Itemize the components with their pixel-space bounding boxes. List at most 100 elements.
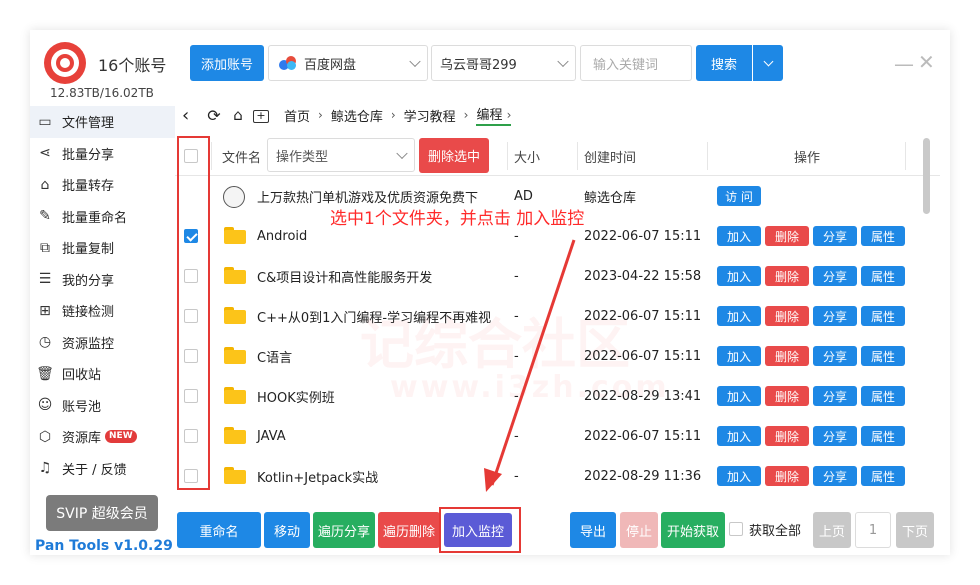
row-delete-button[interactable]: 删除: [765, 426, 809, 446]
column-actions: 操作: [794, 150, 821, 166]
chevron-down-icon: [557, 55, 569, 68]
close-icon[interactable]: ✕: [918, 50, 935, 74]
back-arrow-icon[interactable]: ‹: [182, 105, 202, 126]
sidebar-item[interactable]: ✎ 批量重命名: [30, 201, 175, 233]
sidebar-item[interactable]: ⋖ 批量分享: [30, 138, 175, 170]
folder-icon: [224, 267, 246, 284]
file-name[interactable]: Android: [257, 216, 307, 256]
file-name[interactable]: C&项目设计和高性能服务开发: [257, 256, 432, 296]
start-fetch-button[interactable]: 开始获取: [661, 512, 725, 548]
sidebar-item[interactable]: ⊞ 链接检测: [30, 295, 175, 327]
row-props-button[interactable]: 属性: [861, 226, 905, 246]
file-name[interactable]: Kotlin+Jetpack实战: [257, 456, 378, 496]
row-props-button[interactable]: 属性: [861, 386, 905, 406]
traverse-delete-button[interactable]: 遍历删除: [378, 512, 440, 548]
home-icon[interactable]: ⌂: [226, 106, 250, 124]
account-select-value: 乌云哥哥299: [440, 57, 517, 73]
row-add-button[interactable]: 加入: [717, 346, 761, 366]
row-props-button[interactable]: 属性: [861, 426, 905, 446]
breadcrumb-item[interactable]: 鲸选仓库: [331, 106, 383, 125]
row-share-button[interactable]: 分享: [813, 346, 857, 366]
prev-page-button[interactable]: 上页: [813, 512, 851, 548]
row-delete-button[interactable]: 删除: [765, 266, 809, 286]
file-name[interactable]: JAVA: [257, 416, 286, 456]
disk-select[interactable]: 百度网盘: [268, 45, 428, 81]
search-button[interactable]: 搜索: [696, 45, 752, 81]
page-number-input[interactable]: 1: [855, 512, 891, 548]
row-add-button[interactable]: 加入: [717, 426, 761, 446]
account-count: 16个账号: [98, 56, 167, 75]
file-name[interactable]: HOOK实例班: [257, 376, 335, 416]
column-created[interactable]: 创建时间: [584, 136, 636, 176]
sidebar-item[interactable]: 🗑 回收站: [30, 358, 175, 390]
minimize-icon[interactable]: —: [894, 52, 914, 76]
row-props-button[interactable]: 属性: [861, 466, 905, 486]
sidebar-item[interactable]: ⬡ 资源库 NEW: [30, 421, 175, 453]
export-button[interactable]: 导出: [570, 512, 616, 548]
row-add-button[interactable]: 加入: [717, 386, 761, 406]
stop-button[interactable]: 停止: [620, 512, 658, 548]
row-delete-button[interactable]: 删除: [765, 386, 809, 406]
row-delete-button[interactable]: 删除: [765, 226, 809, 246]
keyword-search-input[interactable]: 输入关键词: [580, 45, 692, 81]
row-props-button[interactable]: 属性: [861, 306, 905, 326]
delete-selected-button[interactable]: 删除选中: [419, 138, 489, 173]
sidebar-item[interactable]: ☺ 账号池: [30, 390, 175, 422]
row-share-button[interactable]: 分享: [813, 386, 857, 406]
breadcrumb: ‹ ⟳ ⌂ + 首页 › 鲸选仓库 › 学习教程 › 编程 ›: [182, 102, 512, 128]
row-share-button[interactable]: 分享: [813, 426, 857, 446]
row-share-button[interactable]: 分享: [813, 306, 857, 326]
fetch-all-checkbox[interactable]: [729, 522, 743, 536]
row-add-button[interactable]: 加入: [717, 266, 761, 286]
sidebar: 16个账号 12.83TB/16.02TB ▭ 文件管理 ⋖ 批量分享 ⌂ 批量转存 ✎ 批量…: [30, 30, 175, 555]
file-name[interactable]: C++从0到1入门编程-学习编程不再难视: [257, 296, 491, 336]
trash-icon: 🗑: [36, 365, 54, 382]
row-props-button[interactable]: 属性: [861, 266, 905, 286]
share-icon: ⋖: [39, 145, 51, 162]
sidebar-item[interactable]: ☰ 我的分享: [30, 264, 175, 296]
sidebar-item-label: 批量分享: [62, 147, 115, 163]
sidebar-item-label: 批量重命名: [62, 210, 128, 226]
sidebar-item-label: 资源监控: [62, 336, 115, 352]
row-share-button[interactable]: 分享: [813, 466, 857, 486]
row-delete-button[interactable]: 删除: [765, 306, 809, 326]
sidebar-item[interactable]: ⧉ 批量复制: [30, 232, 175, 264]
row-add-button[interactable]: 加入: [717, 466, 761, 486]
search-options-dropdown[interactable]: [753, 45, 783, 81]
row-add-button[interactable]: 加入: [717, 226, 761, 246]
svip-button[interactable]: SVIP 超级会员: [46, 495, 158, 531]
refresh-icon[interactable]: ⟳: [202, 106, 226, 125]
row-add-button[interactable]: 加入: [717, 306, 761, 326]
new-folder-icon[interactable]: +: [250, 108, 272, 123]
traverse-share-button[interactable]: 遍历分享: [313, 512, 375, 548]
move-button[interactable]: 移动: [264, 512, 310, 548]
account-select[interactable]: 乌云哥哥299: [431, 45, 576, 81]
sidebar-item-label: 链接检测: [62, 305, 115, 321]
rename-button[interactable]: 重命名: [177, 512, 261, 548]
breadcrumb-item[interactable]: 首页: [284, 106, 310, 125]
visit-button[interactable]: 访 问: [717, 186, 761, 206]
next-page-button[interactable]: 下页: [896, 512, 934, 548]
sidebar-item[interactable]: ♫ 关于 / 反馈: [30, 453, 175, 485]
row-delete-button[interactable]: 删除: [765, 466, 809, 486]
breadcrumb-current[interactable]: 编程 ›: [476, 104, 512, 126]
sidebar-item-label: 账号池: [62, 399, 102, 415]
file-name[interactable]: C语言: [257, 336, 292, 376]
sidebar-item[interactable]: ⌂ 批量转存: [30, 169, 175, 201]
row-delete-button[interactable]: 删除: [765, 346, 809, 366]
sidebar-item[interactable]: ▭ 文件管理: [30, 106, 175, 138]
row-share-button[interactable]: 分享: [813, 266, 857, 286]
breadcrumb-item[interactable]: 学习教程: [404, 106, 456, 125]
app-logo-icon: [44, 42, 86, 84]
rename-icon: ✎: [39, 208, 51, 225]
column-name[interactable]: 文件名: [222, 136, 261, 176]
sidebar-item-label: 回收站: [62, 368, 102, 384]
operation-type-select[interactable]: 操作类型: [267, 138, 415, 172]
sidebar-item[interactable]: ◷ 资源监控: [30, 327, 175, 359]
row-share-button[interactable]: 分享: [813, 226, 857, 246]
annotation-arrow-icon: [484, 239, 576, 492]
add-account-button[interactable]: 添加账号: [190, 45, 264, 81]
column-size[interactable]: 大小: [514, 136, 540, 176]
row-props-button[interactable]: 属性: [861, 346, 905, 366]
folder-icon: [224, 387, 246, 404]
